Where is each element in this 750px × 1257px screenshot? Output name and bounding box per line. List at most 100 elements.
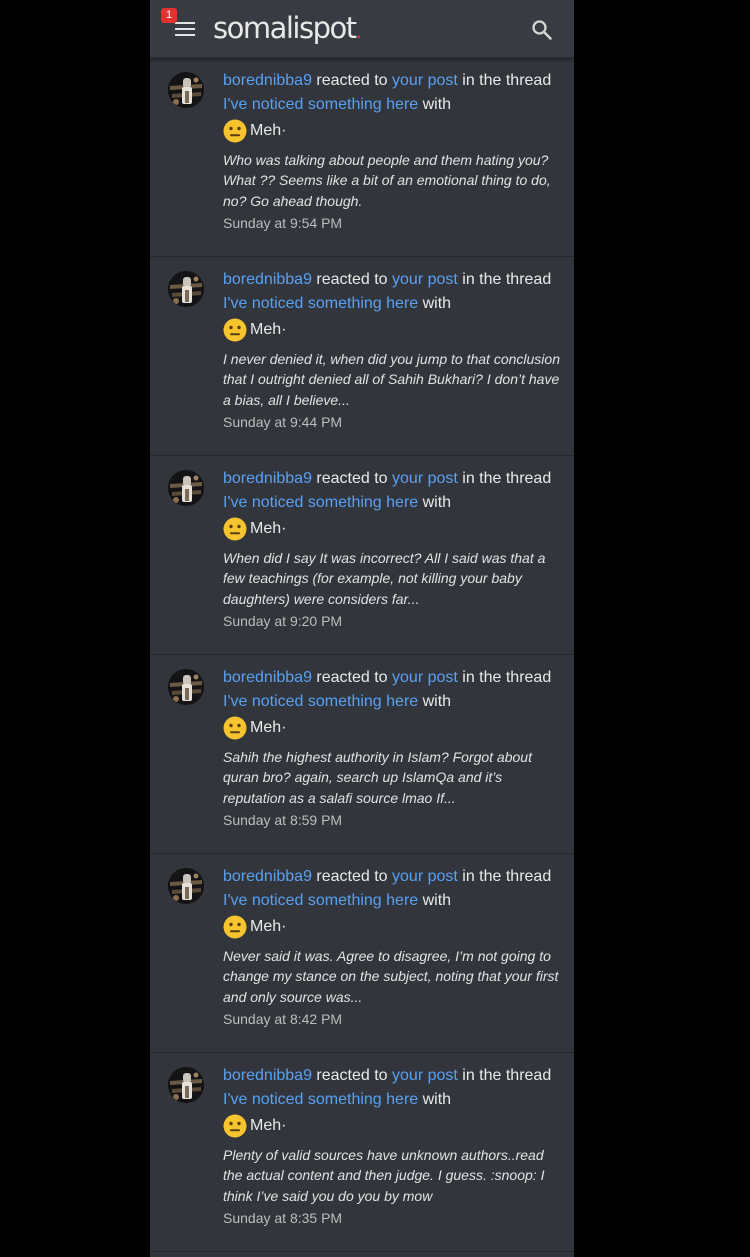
avatar[interactable] [168,72,204,108]
reaction-label: Meh· [250,918,286,936]
reaction-name: Meh [250,321,282,338]
reaction-label: Meh· [250,520,286,538]
app-viewport: 1 somalispot. borednibba9 reacted to you [150,0,574,1257]
alert-item[interactable]: borednibba9 reacted to your post in the … [150,456,574,655]
reaction: Meh· [223,315,563,345]
logo-dot: . [355,19,362,43]
in-the-thread-text: in the thread [457,72,552,89]
reaction-suffix: · [281,122,287,139]
post-link[interactable]: your post [392,271,458,288]
reaction-label: Meh· [250,321,286,339]
site-logo[interactable]: somalispot. [213,11,362,45]
post-link[interactable]: your post [392,72,458,89]
thread-link[interactable]: I've noticed something here [223,1091,418,1108]
alert-timestamp[interactable]: Sunday at 8:35 PM [223,1210,563,1226]
user-avatar-icon [168,470,204,506]
alert-timestamp[interactable]: Sunday at 9:20 PM [223,613,563,629]
post-snippet: When did I say It was incorrect? All I s… [223,550,546,607]
in-the-thread-text: in the thread [457,868,552,885]
with-text: with [418,294,452,312]
alert-timestamp[interactable]: Sunday at 8:42 PM [223,1011,563,1027]
thread-link[interactable]: I've noticed something here [223,494,418,511]
reaction: Meh· [223,713,563,743]
alert-item[interactable]: borednibba9 reacted to your post in the … [150,58,574,257]
avatar[interactable] [168,868,204,904]
alert-item[interactable]: borednibba9 reacted to your post in the … [150,854,574,1053]
reaction-suffix: · [281,719,287,736]
reaction-suffix: · [281,321,287,338]
alert-item[interactable]: borednibba9 reacted to your post in the … [150,1053,574,1252]
user-avatar-icon [168,271,204,307]
thread-link[interactable]: I've noticed something here [223,96,418,113]
logo-text: somalispot [213,11,357,45]
avatar[interactable] [168,271,204,307]
alert-item[interactable]: borednibba9 reacted to your post in the … [150,257,574,456]
reaction-suffix: · [281,520,287,537]
avatar[interactable] [168,669,204,705]
alert-text: borednibba9 reacted to your post in the … [223,69,563,116]
username-link[interactable]: borednibba9 [223,271,312,288]
alert-text: borednibba9 reacted to your post in the … [223,865,563,912]
notification-badge[interactable]: 1 [161,8,177,23]
alert-content: borednibba9 reacted to your post in the … [223,666,563,828]
search-button[interactable] [530,18,554,42]
top-navigation-bar: 1 somalispot. [150,0,574,58]
alert-content: borednibba9 reacted to your post in the … [223,268,563,430]
menu-icon [175,22,195,24]
reaction-name: Meh [250,122,282,139]
post-link[interactable]: your post [392,470,458,487]
meh-face-icon [223,1114,247,1138]
avatar[interactable] [168,470,204,506]
post-link[interactable]: your post [392,669,458,686]
alert-text: borednibba9 reacted to your post in the … [223,666,563,713]
reaction: Meh· [223,1111,563,1141]
post-link[interactable]: your post [392,1067,458,1084]
search-icon [532,20,552,40]
username-link[interactable]: borednibba9 [223,72,312,89]
meh-face-icon [223,318,247,342]
in-the-thread-text: in the thread [457,271,552,288]
user-avatar-icon [168,72,204,108]
reaction-label: Meh· [250,122,286,140]
alert-content: borednibba9 reacted to your post in the … [223,1064,563,1226]
username-link[interactable]: borednibba9 [223,470,312,487]
alert-content: borednibba9 reacted to your post in the … [223,69,563,231]
user-avatar-icon [168,1067,204,1103]
with-text: with [418,95,452,113]
meh-face-icon [223,119,247,143]
alert-timestamp[interactable]: Sunday at 9:44 PM [223,414,563,430]
in-the-thread-text: in the thread [457,470,552,487]
post-link[interactable]: your post [392,868,458,885]
reaction: Meh· [223,514,563,544]
thread-link[interactable]: I've noticed something here [223,295,418,312]
reaction: Meh· [223,116,563,146]
username-link[interactable]: borednibba9 [223,669,312,686]
alert-content: borednibba9 reacted to your post in the … [223,467,563,629]
alert-timestamp[interactable]: Sunday at 8:59 PM [223,812,563,828]
reacted-to-text: reacted to [311,470,393,487]
alert-timestamp[interactable]: Sunday at 9:54 PM [223,215,563,231]
avatar[interactable] [168,1067,204,1103]
post-snippet: I never denied it, when did you jump to … [223,351,560,408]
username-link[interactable]: borednibba9 [223,1067,312,1084]
reaction-name: Meh [250,1117,282,1134]
post-snippet: Sahih the highest authority in Islam? Fo… [223,749,532,806]
post-snippet: Plenty of valid sources have unknown aut… [223,1147,545,1204]
reaction-suffix: · [281,1117,287,1134]
in-the-thread-text: in the thread [457,669,552,686]
with-text: with [418,891,452,909]
reaction-name: Meh [250,918,282,935]
alert-item[interactable]: borednibba9 reacted to your post in the … [150,655,574,854]
reacted-to-text: reacted to [311,1067,393,1084]
thread-link[interactable]: I've noticed something here [223,693,418,710]
reaction-suffix: · [281,918,287,935]
user-avatar-icon [168,868,204,904]
reaction: Meh· [223,912,563,942]
reacted-to-text: reacted to [311,271,393,288]
meh-face-icon [223,915,247,939]
thread-link[interactable]: I've noticed something here [223,892,418,909]
with-text: with [418,1090,452,1108]
alert-text: borednibba9 reacted to your post in the … [223,1064,563,1111]
username-link[interactable]: borednibba9 [223,868,312,885]
menu-icon-bar [175,34,195,36]
